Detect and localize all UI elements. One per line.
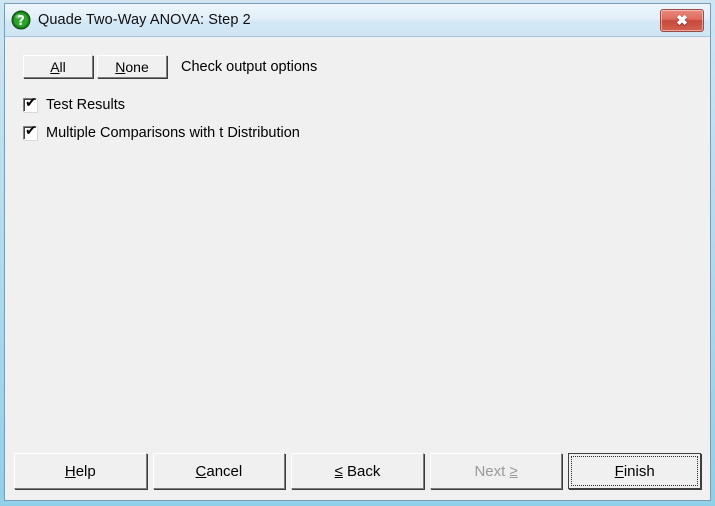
select-all-label: All	[50, 58, 66, 75]
back-label: ≤ Back	[335, 463, 381, 480]
select-none-label: None	[115, 58, 149, 75]
window-title: Quade Two-Way ANOVA: Step 2	[38, 12, 251, 28]
cancel-accel: C	[195, 462, 207, 480]
cancel-button[interactable]: Cancel	[152, 453, 286, 489]
option-label: Multiple Comparisons with t Distribution	[46, 125, 300, 141]
instruction-label: Check output options	[181, 58, 318, 75]
option-multiple-comparisons[interactable]: ✔ Multiple Comparisons with t Distributi…	[23, 122, 300, 144]
next-button: Next ≥	[429, 453, 563, 489]
cancel-rest: ancel	[206, 462, 243, 480]
select-none-button[interactable]: None	[97, 55, 167, 78]
finish-label: Finish	[615, 463, 655, 480]
window: ? Quade Two-Way ANOVA: Step 2 ✖ All None…	[4, 3, 711, 501]
cancel-label: Cancel	[196, 463, 243, 480]
next-text: Next	[474, 462, 510, 480]
back-accel: ≤	[334, 462, 343, 480]
svg-text:?: ?	[17, 14, 25, 29]
close-button[interactable]: ✖	[660, 8, 704, 32]
wizard-button-bar: Help Cancel ≤ Back Next ≥ Finish	[5, 452, 710, 490]
select-all-button[interactable]: All	[23, 55, 93, 78]
finish-rest: inish	[623, 462, 655, 480]
help-rest: elp	[75, 462, 96, 480]
title-bar[interactable]: ? Quade Two-Way ANOVA: Step 2 ✖	[5, 4, 710, 37]
checkbox-multiple-comparisons[interactable]: ✔	[23, 123, 37, 140]
help-button[interactable]: Help	[14, 453, 147, 489]
option-test-results[interactable]: ✔ Test Results	[23, 94, 300, 116]
help-label: Help	[65, 463, 96, 480]
finish-button[interactable]: Finish	[568, 453, 701, 489]
back-rest: Back	[342, 462, 381, 480]
back-button[interactable]: ≤ Back	[291, 453, 424, 489]
close-icon: ✖	[676, 12, 688, 28]
next-accel: ≥	[509, 462, 518, 480]
help-accel: H	[64, 462, 76, 480]
checkbox-test-results[interactable]: ✔	[23, 95, 37, 112]
check-icon: ✔	[25, 95, 37, 111]
next-label: Next ≥	[474, 463, 517, 480]
window-frame: ? Quade Two-Way ANOVA: Step 2 ✖ All None…	[0, 0, 715, 506]
check-icon: ✔	[25, 123, 37, 139]
select-all-accel: A	[50, 58, 60, 75]
question-mark-icon: ?	[11, 10, 31, 30]
finish-focus-ring: Finish	[571, 456, 698, 486]
select-none-accel: N	[115, 58, 126, 75]
output-options-list: ✔ Test Results ✔ Multiple Comparisons wi…	[23, 94, 300, 150]
finish-accel: F	[614, 462, 624, 480]
option-label: Test Results	[46, 97, 125, 113]
dialog-body: All None Check output options ✔ Test Res…	[5, 38, 710, 500]
output-options-toolbar: All None Check output options	[23, 55, 317, 78]
